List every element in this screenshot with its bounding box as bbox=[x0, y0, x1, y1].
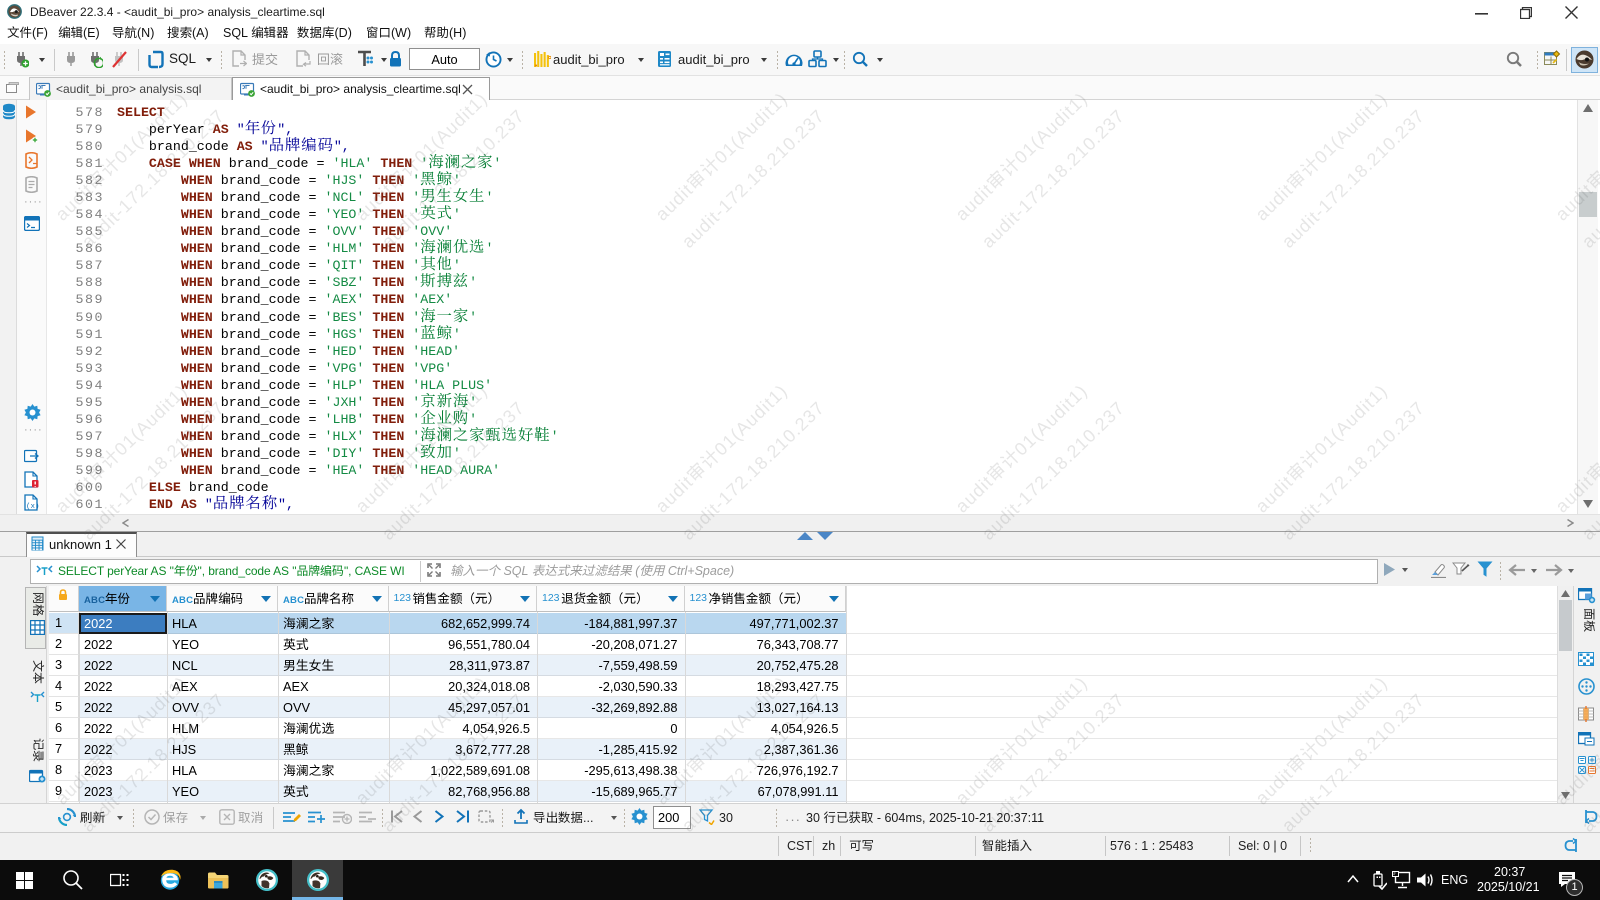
svg-text:(x): (x) bbox=[26, 503, 39, 511]
